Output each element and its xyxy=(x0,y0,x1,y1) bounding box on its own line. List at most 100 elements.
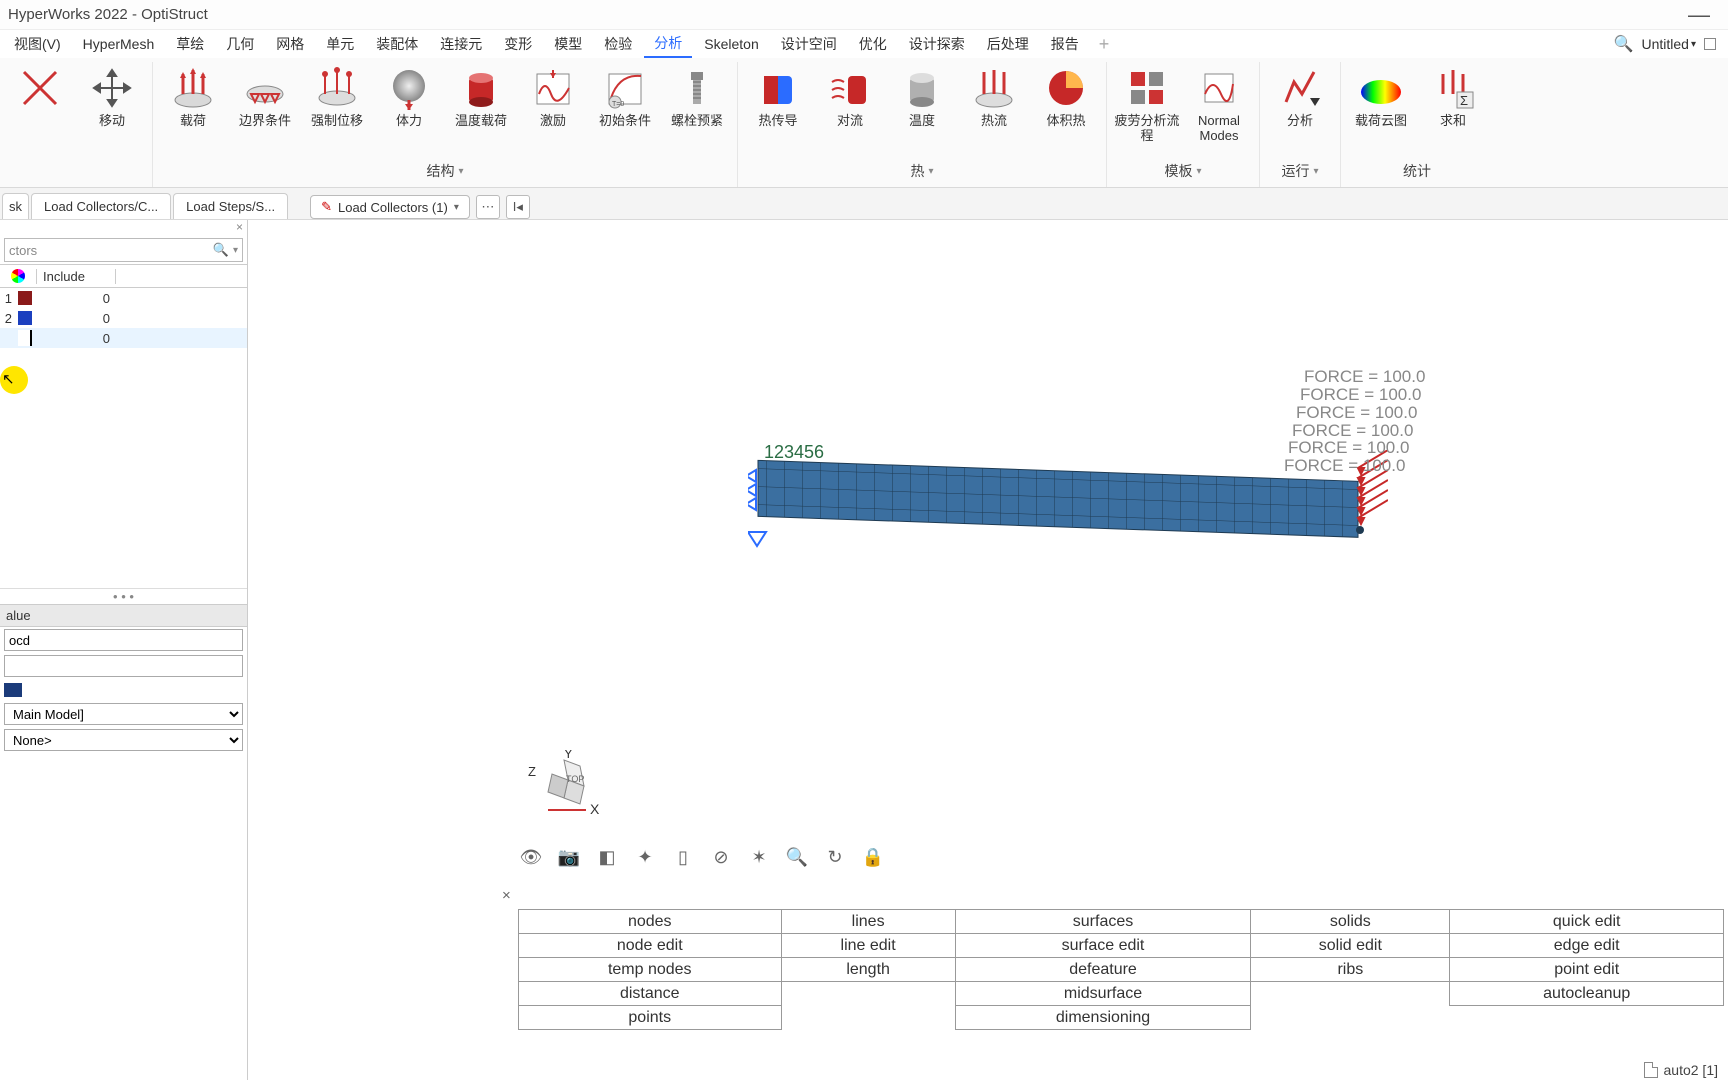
list-item[interactable]: 1 0 xyxy=(0,288,247,308)
ribbon-load[interactable]: 载荷 xyxy=(159,62,227,131)
menu-hypermesh[interactable]: HyperMesh xyxy=(73,33,165,55)
vis-noentry-icon[interactable]: ⊘ xyxy=(708,844,734,870)
menu-sketch[interactable]: 草绘 xyxy=(166,31,214,57)
menu-report[interactable]: 报告 xyxy=(1041,31,1089,57)
cmd-edge-edit[interactable]: edge edit xyxy=(1450,934,1724,958)
property-blank-input[interactable] xyxy=(4,655,243,677)
cmd-lines[interactable]: lines xyxy=(781,910,955,934)
vis-zoom-icon[interactable]: 🔍 xyxy=(784,844,810,870)
ribbon-bolt-preload[interactable]: 螺栓预紧 xyxy=(663,62,731,131)
list-item[interactable]: 2 0 xyxy=(0,308,247,328)
color-column-icon[interactable] xyxy=(0,269,36,283)
ribbon-group-struct[interactable]: 结构 xyxy=(426,161,454,181)
menu-assembly[interactable]: 装配体 xyxy=(366,31,428,57)
vis-camera-icon[interactable]: 📷 xyxy=(556,844,582,870)
ribbon-body-force[interactable]: 体力 xyxy=(375,62,443,131)
cmd-length[interactable]: length xyxy=(781,958,955,982)
vis-box-icon[interactable]: ▯ xyxy=(670,844,696,870)
ribbon-enforced-disp[interactable]: 强制位移 xyxy=(303,62,371,131)
property-model-select[interactable]: Main Model] xyxy=(4,703,243,725)
menu-designspace[interactable]: 设计空间 xyxy=(771,31,847,57)
entity-more-button[interactable]: ⋯ xyxy=(476,195,500,219)
ribbon-vol-heat[interactable]: 体积热 xyxy=(1032,62,1100,131)
menu-deform[interactable]: 变形 xyxy=(494,31,542,57)
cmd-node-edit[interactable]: node edit xyxy=(519,934,782,958)
panel-close-icon[interactable]: × xyxy=(0,220,247,236)
ribbon-heat-flux[interactable]: 热流 xyxy=(960,62,1028,131)
cmd-dimensioning[interactable]: dimensioning xyxy=(955,1006,1251,1030)
ribbon-load-contour[interactable]: 载荷云图 xyxy=(1347,62,1415,131)
viewport[interactable]: 123456 FORCE = 100.0 FORCE xyxy=(248,220,1728,1080)
cmd-quick-edit[interactable]: quick edit xyxy=(1450,910,1724,934)
cmd-temp-nodes[interactable]: temp nodes xyxy=(519,958,782,982)
menu-view[interactable]: 视图(V) xyxy=(4,31,71,57)
vis-lock-icon[interactable]: 🔒 xyxy=(860,844,886,870)
menu-skeleton[interactable]: Skeleton xyxy=(694,33,768,55)
cmd-surfaces[interactable]: surfaces xyxy=(955,910,1251,934)
ribbon-group-heat[interactable]: 热 xyxy=(910,161,924,181)
cmd-ribs[interactable]: ribs xyxy=(1251,958,1450,982)
tab-load-steps[interactable]: Load Steps/S... xyxy=(173,193,288,219)
entity-selector[interactable]: ✎ Load Collectors (1) ▾ xyxy=(310,195,470,219)
vis-cube-icon[interactable]: ◧ xyxy=(594,844,620,870)
rename-cursor[interactable] xyxy=(18,330,32,346)
menu-analysis[interactable]: 分析 xyxy=(644,30,692,58)
view-triad[interactable]: TOP Z Y X xyxy=(528,750,618,830)
ribbon-bc[interactable]: 边界条件 xyxy=(231,62,299,131)
cmd-midsurface[interactable]: midsurface xyxy=(955,982,1251,1006)
ribbon-cut-icon[interactable] xyxy=(6,62,74,131)
vis-wire-icon[interactable]: ✦ xyxy=(632,844,658,870)
menu-designexplore[interactable]: 设计探索 xyxy=(899,31,975,57)
status-page[interactable]: auto2 [1] xyxy=(1664,1062,1719,1078)
color-swatch[interactable] xyxy=(18,311,32,325)
document-selector[interactable]: Untitled▾ xyxy=(1642,36,1697,52)
ribbon-group-tpl[interactable]: 模板 xyxy=(1164,161,1192,181)
ribbon-conduction[interactable]: 热传导 xyxy=(744,62,812,131)
menu-post[interactable]: 后处理 xyxy=(977,31,1039,57)
cmdpanel-close-icon[interactable]: × xyxy=(502,887,511,904)
ribbon-fatigue[interactable]: 疲劳分析流程 xyxy=(1113,62,1181,146)
menu-connector[interactable]: 连接元 xyxy=(430,31,492,57)
cmd-line-edit[interactable]: line edit xyxy=(781,934,955,958)
ribbon-convection[interactable]: 对流 xyxy=(816,62,884,131)
ribbon-normal-modes[interactable]: Normal Modes xyxy=(1185,62,1253,146)
tab-load-collectors[interactable]: Load Collectors/C... xyxy=(31,193,171,219)
cmd-points[interactable]: points xyxy=(519,1006,782,1030)
ribbon-analysis[interactable]: 分析 xyxy=(1266,62,1334,131)
cmd-point-edit[interactable]: point edit xyxy=(1450,958,1724,982)
window-minimize-icon[interactable]: — xyxy=(1678,2,1720,28)
include-column[interactable]: Include xyxy=(36,269,116,284)
color-swatch[interactable] xyxy=(18,291,32,305)
property-name-input[interactable] xyxy=(4,629,243,651)
ribbon-temp-load[interactable]: 温度载荷 xyxy=(447,62,515,131)
menu-element[interactable]: 单元 xyxy=(316,31,364,57)
menu-add-icon[interactable]: + xyxy=(1091,34,1118,55)
ribbon-sum[interactable]: Σ求和 xyxy=(1419,62,1487,131)
cmd-surface-edit[interactable]: surface edit xyxy=(955,934,1251,958)
property-color[interactable] xyxy=(4,681,243,699)
ribbon-group-run[interactable]: 运行 xyxy=(1281,161,1309,181)
search-icon[interactable]: 🔍 xyxy=(1614,34,1634,54)
menu-geometry[interactable]: 几何 xyxy=(216,31,264,57)
cmd-distance[interactable]: distance xyxy=(519,982,782,1006)
ribbon-move[interactable]: 移动 xyxy=(78,62,146,131)
vis-orbit-icon[interactable]: ↻ xyxy=(822,844,848,870)
menu-check[interactable]: 检验 xyxy=(594,31,642,57)
tab-sk[interactable]: sk xyxy=(2,193,29,219)
cmd-defeature[interactable]: defeature xyxy=(955,958,1251,982)
menu-model[interactable]: 模型 xyxy=(544,31,592,57)
menu-mesh[interactable]: 网格 xyxy=(266,31,314,57)
cmd-autocleanup[interactable]: autocleanup xyxy=(1450,982,1724,1006)
menu-optimize[interactable]: 优化 xyxy=(849,31,897,57)
property-none-select[interactable]: None> xyxy=(4,729,243,751)
window-restore-icon[interactable] xyxy=(1704,38,1716,50)
vis-eye-icon[interactable]: 👁 xyxy=(518,844,544,870)
vis-axes-icon[interactable]: ✶ xyxy=(746,844,772,870)
splitter-handle[interactable]: • • • xyxy=(0,588,247,604)
entity-rewind-button[interactable]: I◂ xyxy=(506,195,530,219)
ribbon-temperature[interactable]: 温度 xyxy=(888,62,956,131)
ribbon-excitation[interactable]: 激励 xyxy=(519,62,587,131)
list-item[interactable]: 0 xyxy=(0,328,247,348)
cmd-solids[interactable]: solids xyxy=(1251,910,1450,934)
cmd-nodes[interactable]: nodes xyxy=(519,910,782,934)
